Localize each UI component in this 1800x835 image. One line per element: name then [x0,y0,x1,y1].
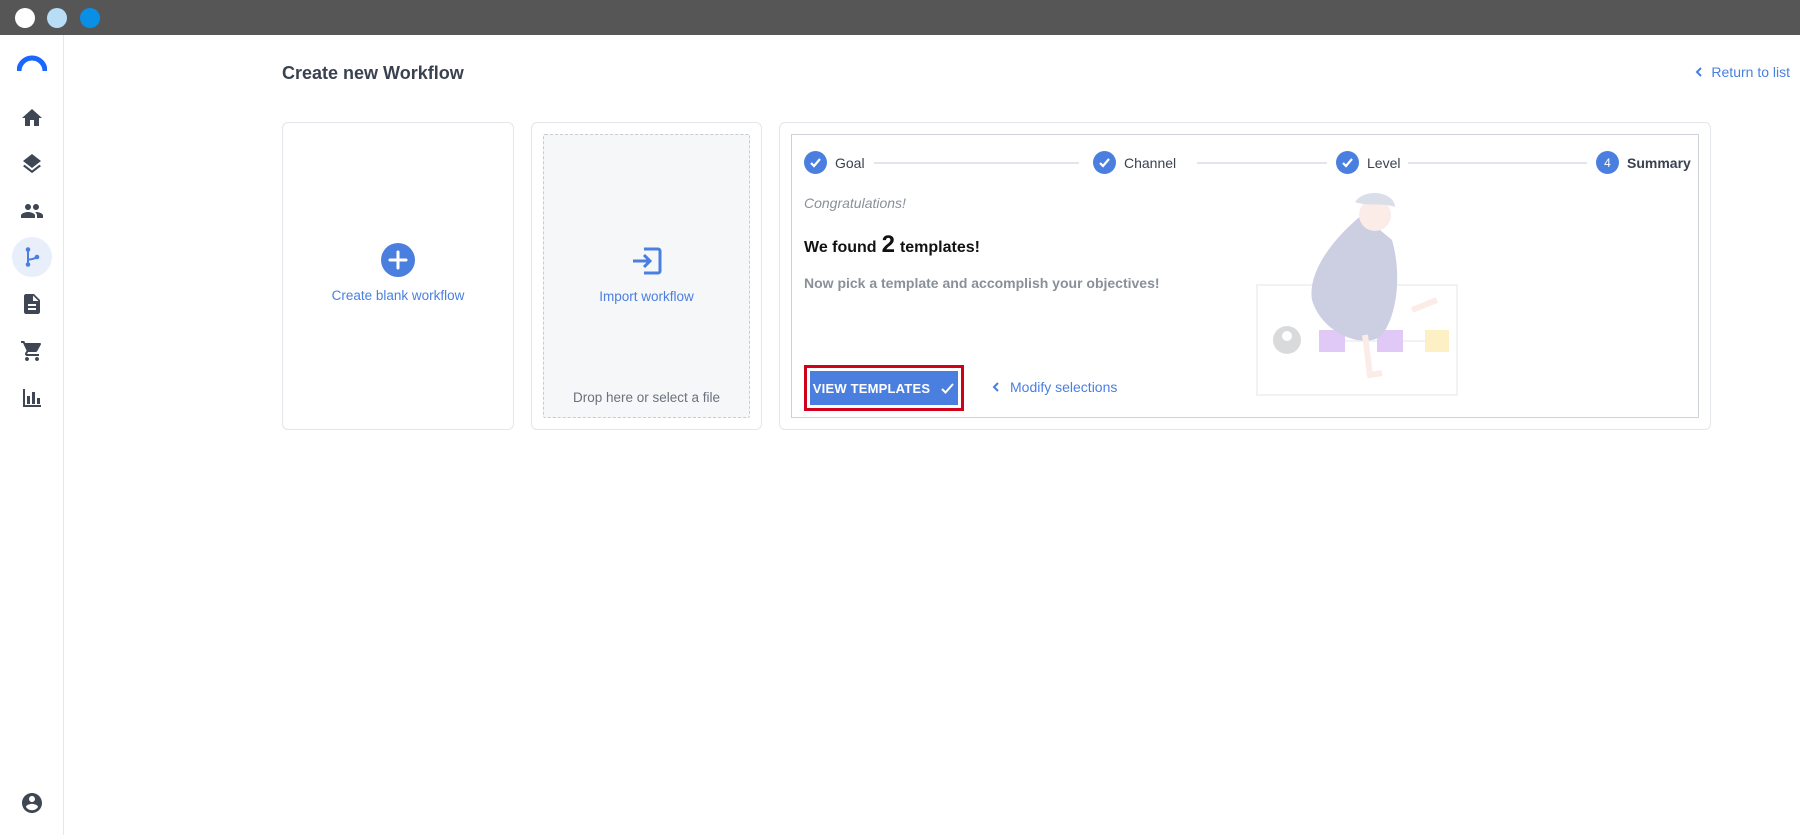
check-icon [1342,158,1353,168]
wizard-subtitle: Now pick a template and accomplish your … [804,275,1160,291]
found-suffix: templates! [899,239,980,256]
window-minimize-button[interactable] [47,8,67,28]
view-templates-highlight: VIEW TEMPLATES [804,365,964,411]
congrats-text: Congratulations! [804,195,906,211]
step-connector [1408,162,1587,164]
sidebar-item-cart[interactable] [12,331,52,371]
step-channel-label: Channel [1124,154,1177,171]
woman-dashboard-illustration [1256,192,1458,396]
import-workflow-label: Import workflow [599,289,694,304]
step-goal-check [804,151,827,174]
chevron-left-icon [992,382,999,392]
window-maximize-button[interactable] [80,8,100,28]
found-count: 2 [881,231,895,258]
check-icon [810,158,821,168]
sidebar-item-people[interactable] [12,191,52,231]
wizard-stepper: Goal Channel Level 4 Summary [804,151,1691,175]
step-level-label: Level [1367,154,1401,171]
templates-found-heading: We found 2 templates! [804,231,980,259]
step-channel-check [1093,151,1116,174]
window-titlebar [0,0,1800,35]
import-icon [632,247,661,275]
window-close-button[interactable] [15,8,35,28]
step-connector [874,162,1079,164]
layers-icon [23,154,41,174]
wizard-panel: Goal Channel Level 4 Summary Congratulat… [791,134,1699,418]
sidebar-item-documents[interactable] [12,284,52,324]
account-icon [22,793,42,813]
sidebar-item-workflows[interactable] [12,237,52,277]
view-templates-label: VIEW TEMPLATES [812,380,931,396]
home-icon [22,109,42,126]
people-icon [21,204,43,218]
return-to-list-label: Return to list [1711,64,1790,80]
step-summary-label: Summary [1627,154,1691,171]
step-summary-number: 4 [1596,151,1619,174]
plus-circle-icon [381,243,415,277]
step-channel[interactable]: Channel [1093,151,1176,174]
step-goal[interactable]: Goal [804,151,865,174]
cart-icon [21,341,42,361]
step-level-check [1336,151,1359,174]
import-workflow-card: Import workflow Drop here or select a fi… [531,122,762,430]
brand-logo[interactable] [17,55,47,71]
workflow-icon [25,247,40,267]
step-summary[interactable]: 4 Summary [1596,151,1691,174]
page-title: Create new Workflow [282,63,464,83]
return-to-list-link[interactable]: Return to list [1693,64,1790,80]
modify-selections-label: Modify selections [1010,379,1118,395]
view-templates-button[interactable]: VIEW TEMPLATES [810,371,958,405]
bar-chart-icon [23,389,41,407]
drop-file-hint: Drop here or select a file [572,390,721,405]
check-icon [1099,158,1110,168]
import-dropzone[interactable]: Import workflow Drop here or select a fi… [543,134,750,418]
sidebar-item-analytics[interactable] [12,378,52,418]
step-level[interactable]: Level [1336,151,1400,174]
document-icon [24,294,40,314]
sidebar [0,35,64,835]
workflow-wizard-card: Goal Channel Level 4 Summary Congratulat… [779,122,1711,430]
check-icon [941,382,954,394]
sidebar-item-layers[interactable] [12,144,52,184]
chevron-left-icon [1695,67,1703,77]
create-blank-workflow-card[interactable]: Create blank workflow [282,122,514,430]
sidebar-item-home[interactable] [12,98,52,138]
step-connector [1197,162,1327,164]
sidebar-item-account[interactable] [12,783,52,823]
modify-selections-link[interactable]: Modify selections [990,379,1117,395]
found-prefix: We found [804,239,877,256]
step-goal-label: Goal [835,154,865,171]
create-blank-workflow-label: Create blank workflow [331,288,465,303]
